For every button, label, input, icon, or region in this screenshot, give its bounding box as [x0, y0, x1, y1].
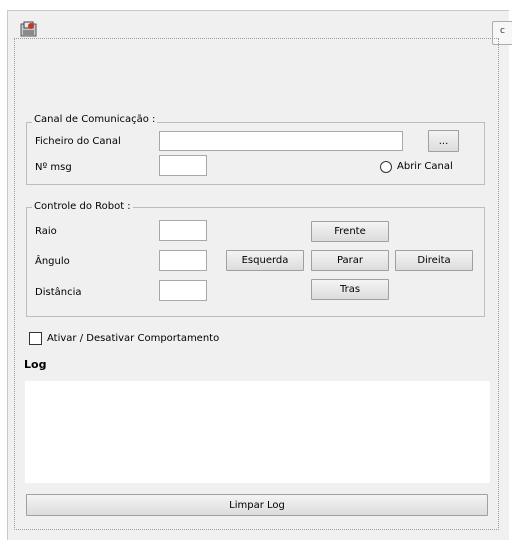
channel-group-legend: Canal de Comunicação :	[32, 114, 158, 125]
behavior-label[interactable]: Ativar / Desativar Comportamento	[47, 333, 219, 344]
angle-label: Ângulo	[35, 256, 70, 267]
distance-input[interactable]	[159, 280, 207, 301]
log-title: Log	[24, 358, 47, 371]
radius-input[interactable]	[159, 220, 207, 241]
open-channel-radio[interactable]	[380, 161, 392, 173]
msg-label: Nº msg	[35, 162, 72, 173]
behavior-checkbox[interactable]	[29, 332, 42, 345]
msg-input[interactable]	[159, 155, 207, 176]
file-label: Ficheiro do Canal	[35, 136, 121, 147]
log-textarea[interactable]	[25, 381, 490, 483]
distance-label: Distância	[35, 287, 82, 298]
forward-button[interactable]: Frente	[311, 221, 389, 242]
radius-label: Raio	[35, 226, 57, 237]
top-strip	[0, 0, 515, 10]
angle-input[interactable]	[159, 250, 207, 271]
app-icon[interactable]	[20, 21, 38, 37]
open-channel-label[interactable]: Abrir Canal	[397, 161, 453, 172]
browse-button[interactable]: ...	[428, 130, 459, 152]
left-button[interactable]: Esquerda	[226, 250, 304, 271]
clear-log-button[interactable]: Limpar Log	[26, 494, 488, 516]
right-strip	[509, 0, 515, 550]
stop-button[interactable]: Parar	[311, 250, 389, 271]
left-strip	[0, 0, 7, 550]
file-input[interactable]	[159, 131, 403, 151]
right-button[interactable]: Direita	[395, 250, 473, 271]
robot-group-legend: Controle do Robot :	[32, 201, 133, 212]
bottom-strip	[0, 540, 515, 550]
back-button[interactable]: Tras	[311, 279, 389, 300]
side-tab-label: c	[500, 26, 505, 36]
